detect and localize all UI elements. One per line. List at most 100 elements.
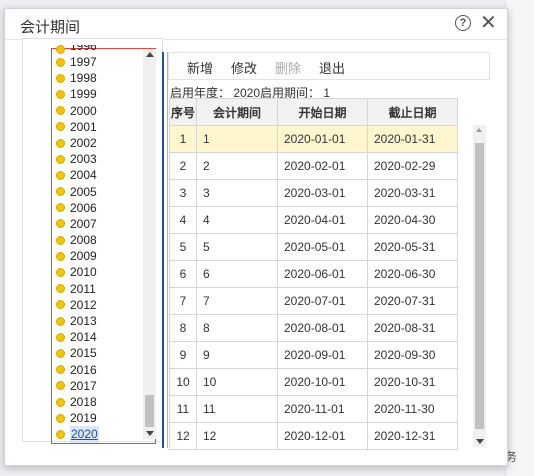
- cell-end-date[interactable]: 2020-10-31: [367, 368, 458, 396]
- cell-end-date[interactable]: 2020-09-30: [367, 341, 458, 369]
- cell-index[interactable]: 4: [169, 206, 197, 234]
- tree-scrollbar[interactable]: [143, 49, 156, 439]
- table-row[interactable]: 3 3 2020-03-01 2020-03-31: [169, 179, 458, 207]
- header-end-date[interactable]: 截止日期: [367, 98, 458, 126]
- splitter[interactable]: [162, 52, 164, 448]
- tree-item[interactable]: 2013: [56, 313, 148, 329]
- tree-item[interactable]: 2002: [56, 135, 148, 151]
- table-row[interactable]: 9 9 2020-09-01 2020-09-30: [169, 341, 458, 369]
- table-row[interactable]: 10 10 2020-10-01 2020-10-31: [169, 368, 458, 396]
- table-row[interactable]: 12 12 2020-12-01 2020-12-31: [169, 422, 458, 450]
- header-index[interactable]: 序号: [169, 98, 197, 126]
- cell-period[interactable]: 9: [196, 341, 278, 369]
- table-row[interactable]: 8 8 2020-08-01 2020-08-31: [169, 314, 458, 342]
- cell-end-date[interactable]: 2020-04-30: [367, 206, 458, 234]
- tree-item[interactable]: 2007: [56, 216, 148, 232]
- tree-item[interactable]: 2014: [56, 329, 148, 345]
- cell-start-date[interactable]: 2020-02-01: [277, 152, 368, 180]
- cell-start-date[interactable]: 2020-10-01: [277, 368, 368, 396]
- tree-item[interactable]: 2005: [56, 184, 148, 200]
- scroll-up-icon[interactable]: [476, 128, 482, 132]
- cell-index[interactable]: 3: [169, 179, 197, 207]
- cell-period[interactable]: 2: [196, 152, 278, 180]
- cell-index[interactable]: 8: [169, 314, 197, 342]
- cell-period[interactable]: 4: [196, 206, 278, 234]
- cell-index[interactable]: 9: [169, 341, 197, 369]
- scroll-down-icon[interactable]: [146, 431, 154, 436]
- cell-period[interactable]: 1: [196, 125, 278, 153]
- cell-index[interactable]: 2: [169, 152, 197, 180]
- tree-item[interactable]: 2016: [56, 362, 148, 378]
- table-row[interactable]: 7 7 2020-07-01 2020-07-31: [169, 287, 458, 315]
- cell-start-date[interactable]: 2020-05-01: [277, 233, 368, 261]
- cell-start-date[interactable]: 2020-07-01: [277, 287, 368, 315]
- tree-item[interactable]: 2004: [56, 167, 148, 183]
- cell-start-date[interactable]: 2020-11-01: [277, 395, 368, 423]
- header-period[interactable]: 会计期间: [196, 98, 278, 126]
- table-row[interactable]: 2 2 2020-02-01 2020-02-29: [169, 152, 458, 180]
- tree-item[interactable]: 2009: [56, 248, 148, 264]
- cell-index[interactable]: 11: [169, 395, 197, 423]
- tree-item[interactable]: 2020: [56, 426, 148, 443]
- table-row[interactable]: 5 5 2020-05-01 2020-05-31: [169, 233, 458, 261]
- cell-end-date[interactable]: 2020-07-31: [367, 287, 458, 315]
- close-icon[interactable]: ✕: [480, 11, 497, 35]
- scroll-thumb[interactable]: [145, 395, 154, 427]
- exit-button[interactable]: 退出: [319, 58, 345, 77]
- cell-end-date[interactable]: 2020-03-31: [367, 179, 458, 207]
- table-scrollbar[interactable]: [473, 125, 486, 447]
- table-row[interactable]: 6 6 2020-06-01 2020-06-30: [169, 260, 458, 288]
- cell-period[interactable]: 10: [196, 368, 278, 396]
- cell-end-date[interactable]: 2020-05-31: [367, 233, 458, 261]
- cell-start-date[interactable]: 2020-09-01: [277, 341, 368, 369]
- cell-start-date[interactable]: 2020-12-01: [277, 422, 368, 450]
- help-icon[interactable]: ?: [455, 15, 471, 31]
- cell-period[interactable]: 12: [196, 422, 278, 450]
- scroll-up-icon[interactable]: [146, 52, 154, 57]
- add-button[interactable]: 新增: [187, 58, 213, 77]
- table-row[interactable]: 4 4 2020-04-01 2020-04-30: [169, 206, 458, 234]
- cell-period[interactable]: 6: [196, 260, 278, 288]
- tree-item[interactable]: 2015: [56, 345, 148, 361]
- tree-item[interactable]: 2018: [56, 394, 148, 410]
- table-row[interactable]: 1 1 2020-01-01 2020-01-31: [169, 125, 458, 153]
- cell-index[interactable]: 6: [169, 260, 197, 288]
- delete-button[interactable]: 删除: [275, 58, 301, 77]
- cell-period[interactable]: 8: [196, 314, 278, 342]
- cell-start-date[interactable]: 2020-08-01: [277, 314, 368, 342]
- tree-item[interactable]: 2019: [56, 410, 148, 426]
- tree-item[interactable]: 2008: [56, 232, 148, 248]
- tree-item[interactable]: 2011: [56, 281, 148, 297]
- cell-end-date[interactable]: 2020-12-31: [367, 422, 458, 450]
- cell-start-date[interactable]: 2020-01-01: [277, 125, 368, 153]
- cell-start-date[interactable]: 2020-06-01: [277, 260, 368, 288]
- tree-item[interactable]: 2010: [56, 264, 148, 280]
- tree-item[interactable]: 2000: [56, 103, 148, 119]
- cell-end-date[interactable]: 2020-11-30: [367, 395, 458, 423]
- cell-index[interactable]: 10: [169, 368, 197, 396]
- cell-end-date[interactable]: 2020-06-30: [367, 260, 458, 288]
- cell-period[interactable]: 3: [196, 179, 278, 207]
- cell-start-date[interactable]: 2020-03-01: [277, 179, 368, 207]
- tree-item[interactable]: 1998: [56, 70, 148, 86]
- scroll-down-icon[interactable]: [476, 439, 484, 444]
- table-row[interactable]: 11 11 2020-11-01 2020-11-30: [169, 395, 458, 423]
- header-start-date[interactable]: 开始日期: [277, 98, 368, 126]
- cell-start-date[interactable]: 2020-04-01: [277, 206, 368, 234]
- cell-index[interactable]: 1: [169, 125, 197, 153]
- cell-period[interactable]: 7: [196, 287, 278, 315]
- tree-item[interactable]: 2003: [56, 151, 148, 167]
- tree-item[interactable]: 2012: [56, 297, 148, 313]
- cell-end-date[interactable]: 2020-02-29: [367, 152, 458, 180]
- tree-item[interactable]: 1996: [56, 45, 148, 54]
- tree-item[interactable]: 2001: [56, 119, 148, 135]
- cell-period[interactable]: 5: [196, 233, 278, 261]
- tree-item[interactable]: 1997: [56, 54, 148, 70]
- scroll-thumb[interactable]: [475, 143, 484, 429]
- dialog-title-bar[interactable]: 会计期间 ? ✕: [5, 9, 507, 40]
- cell-period[interactable]: 11: [196, 395, 278, 423]
- cell-index[interactable]: 5: [169, 233, 197, 261]
- edit-button[interactable]: 修改: [231, 58, 257, 77]
- tree-item[interactable]: 2006: [56, 200, 148, 216]
- tree-item[interactable]: 2017: [56, 378, 148, 394]
